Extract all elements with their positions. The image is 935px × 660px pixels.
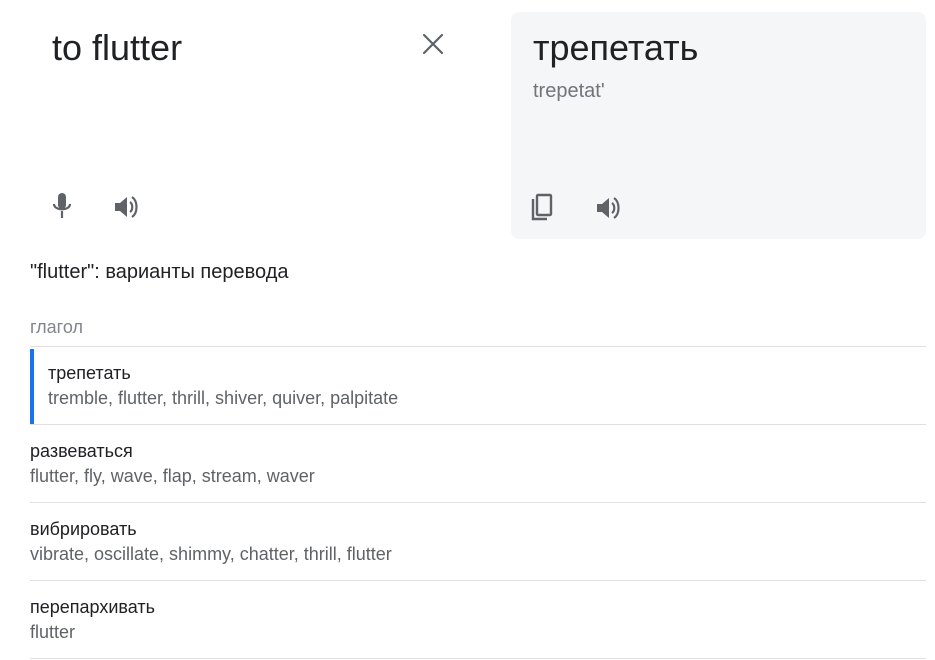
source-panel: to flutter [0, 0, 500, 240]
clear-button[interactable] [417, 28, 449, 60]
variant-row[interactable]: развеваться flutter, fly, wave, flap, st… [30, 424, 926, 502]
variant-word: трепетать [48, 363, 131, 383]
variant-synonyms: vibrate, oscillate, shimmy, chatter, thr… [30, 544, 392, 564]
transliteration-text: trepetat' [533, 80, 605, 102]
translation-listen-button[interactable] [591, 190, 627, 226]
part-of-speech-label: глагол [30, 317, 83, 337]
close-icon [422, 33, 444, 55]
variant-synonyms: tremble, flutter, thrill, shiver, quiver… [48, 388, 399, 408]
source-text[interactable]: to flutter [52, 26, 182, 70]
variant-word: развеваться [30, 441, 133, 461]
speaker-icon [115, 196, 138, 218]
mic-icon [52, 193, 72, 218]
variant-word: перепархивать [30, 597, 155, 617]
translation-text: трепетать [533, 27, 699, 68]
variant-synonyms: flutter, fly, wave, flap, stream, waver [30, 466, 315, 486]
variant-word: вибрировать [30, 519, 137, 539]
copy-translation-button[interactable] [525, 190, 559, 226]
copy-icon [531, 193, 553, 221]
variant-synonyms: flutter [30, 622, 76, 642]
variant-row[interactable]: вибрировать vibrate, oscillate, shimmy, … [30, 502, 926, 580]
variant-row[interactable]: трепетать tremble, flutter, thrill, shiv… [30, 346, 926, 424]
variants-heading: "flutter": варианты перевода [30, 261, 289, 283]
variant-row[interactable]: перепархивать flutter [30, 580, 926, 658]
target-panel: трепетать trepetat' [511, 12, 926, 239]
speaker-icon [597, 197, 620, 219]
source-listen-button[interactable] [109, 190, 145, 224]
voice-input-button[interactable] [45, 188, 79, 224]
translate-page: to flutter трепетать trepetat' "flutter"… [0, 0, 935, 660]
variant-list: трепетать tremble, flutter, thrill, shiv… [30, 346, 926, 660]
